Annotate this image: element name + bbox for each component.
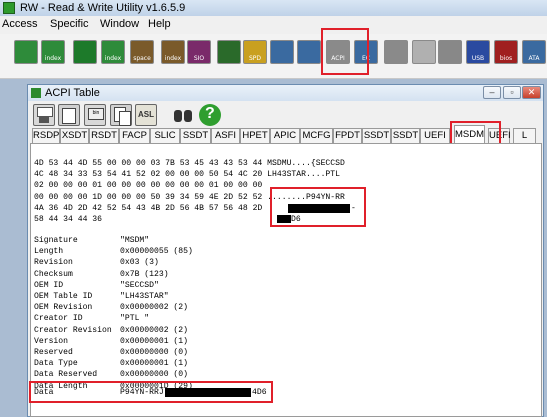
toolbar-button-label: bios (499, 55, 513, 62)
copy-icon[interactable] (110, 104, 132, 126)
acpi-button-highlight (321, 28, 369, 75)
tab-rsdp[interactable]: RSDP (32, 128, 60, 143)
app-title: RW - Read & Write Utility v1.6.5.9 (20, 2, 186, 14)
hex-line: 4A 36 4D 2D 42 52 54 43 4B 2D 56 4B 57 5… (34, 204, 263, 213)
tab-ssdt[interactable]: SSDT (362, 128, 391, 143)
menu-specific[interactable]: Specific (50, 18, 89, 30)
toolbar-button-label: USB (471, 55, 485, 62)
binary-icon[interactable]: bin (84, 104, 106, 126)
minimize-button[interactable]: – (483, 86, 501, 99)
acpi-window-title: ACPI Table (45, 87, 100, 99)
toolbar-space-button[interactable]: space (130, 40, 154, 64)
hex-line: 4C 48 34 33 53 54 41 52 02 00 00 00 50 5… (34, 170, 340, 179)
hex-line: 4D 53 44 4D 55 00 00 00 03 7B 53 45 43 4… (34, 159, 345, 168)
menu-help[interactable]: Help (148, 18, 171, 30)
hex-line: 02 00 00 00 01 00 00 00 00 00 00 00 01 0… (34, 181, 263, 190)
field-value: "PTL " (120, 314, 150, 324)
toolbar-smbios-button[interactable]: bios (494, 40, 518, 64)
tab-mcfg[interactable]: MCFG (300, 128, 333, 143)
toolbar-sio-button[interactable]: SIO (187, 40, 211, 64)
menu-access[interactable]: Access (2, 18, 37, 30)
data-field-highlight (29, 381, 273, 403)
field-name: OEM ID (34, 280, 64, 290)
field-value: 0x00000002 (2) (120, 325, 188, 335)
tab-ssdt[interactable]: SSDT (391, 128, 420, 143)
tab-rsdt[interactable]: RSDT (89, 128, 119, 143)
field-value: 0x00000001 (1) (120, 359, 188, 369)
field-name: Reserved (34, 348, 73, 357)
binoculars-icon[interactable] (172, 104, 194, 126)
field-name: Length (34, 247, 64, 257)
tab-fpdt[interactable]: FPDT (333, 128, 362, 143)
field-value: "LH43STAR" (120, 292, 169, 301)
field-value: 0x7B (123) (120, 269, 169, 279)
field-value: 0x03 (3) (120, 258, 159, 268)
field-value: 0x00000000 (0) (120, 348, 188, 357)
field-name: OEM Table ID (34, 292, 93, 301)
restore-button[interactable]: ▫ (503, 86, 521, 99)
menu-window[interactable]: Window (100, 18, 139, 30)
toolbar-button-label: SPD (248, 55, 262, 62)
tab-hpet[interactable]: HPET (240, 128, 270, 143)
acpi-window-titlebar (28, 85, 543, 101)
tab-ssdt[interactable]: SSDT (180, 128, 211, 143)
asl-icon[interactable]: ASL (135, 104, 157, 126)
tab-xsdt[interactable]: XSDT (60, 128, 89, 143)
toolbar-smbus-button[interactable] (270, 40, 294, 64)
tab-facp[interactable]: FACP (119, 128, 150, 143)
acpi-window-icon (31, 88, 41, 98)
toolbar-hdd-button[interactable] (384, 40, 408, 64)
save-icon[interactable] (33, 104, 55, 126)
toolbar-button-label: space (133, 55, 151, 62)
field-value: 0x00000002 (2) (120, 303, 188, 313)
menu-bar: Access Specific Window Help (0, 16, 547, 35)
toolbar-button-label: index (164, 55, 182, 62)
close-button[interactable]: ✕ (522, 86, 541, 99)
toolbar-usb-button[interactable]: USB (466, 40, 490, 64)
field-value: "SECCSD" (120, 280, 159, 290)
asl-label: ASL (138, 110, 154, 119)
help-label: ? (205, 105, 215, 122)
field-value: 0x00000001 (1) (120, 336, 188, 346)
toolbar-apic-button[interactable] (297, 40, 321, 64)
toolbar-button-label: index (104, 55, 122, 62)
toolbar-memory-button[interactable] (14, 40, 38, 64)
field-name: Signature (34, 236, 78, 245)
toolbar-button-label: SIO (193, 55, 205, 62)
tab-uefi[interactable]: UEFI (420, 128, 450, 143)
refresh-icon[interactable] (58, 104, 80, 126)
field-value: 0x00000000 (0) (120, 370, 188, 380)
toolbar-spd-button[interactable]: SPD (243, 40, 267, 64)
toolbar-io-button[interactable] (438, 40, 462, 64)
field-name: Data Reserved (34, 370, 98, 380)
product-key-highlight (270, 187, 366, 227)
field-name: Checksum (34, 269, 73, 279)
field-name: Revision (34, 258, 73, 268)
tab-asfi[interactable]: ASFI (211, 128, 240, 143)
tab-apic[interactable]: APIC (270, 128, 300, 143)
field-name: OEM Revision (34, 303, 93, 313)
tab-l[interactable]: L (513, 128, 536, 143)
toolbar-cd-button[interactable] (412, 40, 436, 64)
toolbar-button-label: index (44, 55, 62, 62)
toolbar-pci-button[interactable] (73, 40, 97, 64)
field-name: Version (34, 336, 68, 346)
hex-line: 58 44 34 44 36 (34, 215, 102, 224)
toolbar-button-label: ATA (528, 55, 540, 62)
field-name: Creator Revision (34, 325, 112, 335)
toolbar-ata-button[interactable]: ATA (522, 40, 546, 64)
tab-slic[interactable]: SLIC (150, 128, 180, 143)
toolbar-index-button[interactable]: index (41, 40, 65, 64)
toolbar-wave-button[interactable] (217, 40, 241, 64)
field-name: Data Type (34, 359, 78, 369)
field-value: "MSDM" (120, 236, 150, 245)
field-value: 0x00000055 (85) (120, 247, 193, 257)
field-name: Creator ID (34, 314, 83, 324)
app-icon (3, 2, 15, 14)
toolbar-index-io-button[interactable]: index (161, 40, 185, 64)
help-icon[interactable]: ? (199, 104, 221, 126)
toolbar-index2-button[interactable]: index (101, 40, 125, 64)
